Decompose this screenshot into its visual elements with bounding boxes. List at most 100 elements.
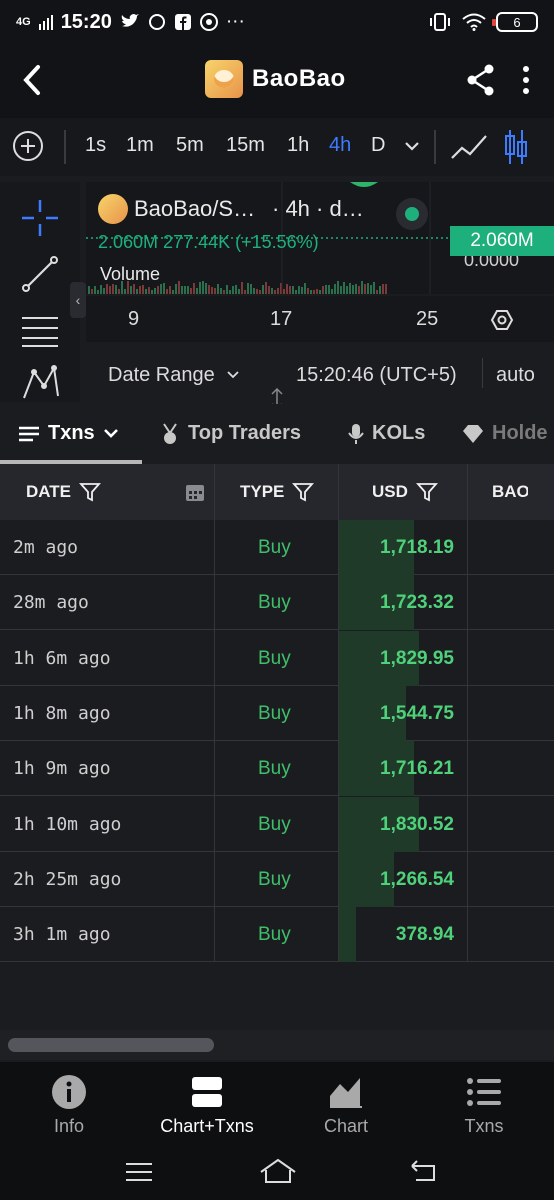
price-chart[interactable]: BaoBao/S… · 4h · d… 2.060M 277.44K (+15.…	[86, 182, 554, 294]
type-cell: Buy	[258, 868, 291, 890]
table-row[interactable]: 2h 25m ago Buy 1,266.54	[0, 851, 554, 907]
chart-settings-icon[interactable]	[490, 308, 514, 332]
scale-mode-button[interactable]: auto	[496, 364, 535, 387]
nav-chart[interactable]: Chart	[277, 1074, 415, 1137]
drawing-tools	[0, 182, 80, 402]
timeframe-d[interactable]: D	[371, 134, 385, 157]
scroll-thumb[interactable]	[8, 1038, 214, 1052]
divider	[64, 130, 66, 164]
timeframe-1h[interactable]: 1h	[287, 134, 309, 157]
info-icon	[52, 1075, 86, 1109]
table-row[interactable]: 1h 6m ago Buy 1,829.95	[0, 630, 554, 686]
medal-icon	[163, 422, 177, 444]
column-header-date[interactable]: DATE	[26, 464, 101, 520]
list-icon	[467, 1078, 501, 1106]
signal-icon	[38, 15, 53, 30]
recents-icon[interactable]	[124, 1160, 154, 1184]
table-row[interactable]: 1h 8m ago Buy 1,544.75	[0, 685, 554, 741]
usd-cell: 1,544.75	[380, 702, 454, 724]
type-cell: Buy	[258, 758, 291, 780]
fib-lines-icon[interactable]	[20, 310, 60, 350]
table-row[interactable]: 3h 1m ago Buy 378.94	[0, 907, 554, 963]
share-icon	[467, 64, 494, 96]
facebook-icon	[174, 14, 191, 30]
pattern-tool-icon[interactable]	[20, 362, 60, 402]
table-row[interactable]: 28m ago Buy 1,723.32	[0, 575, 554, 631]
usd-volume-bar	[339, 907, 356, 963]
tab-kols[interactable]: KOLs	[348, 422, 425, 445]
column-header-usd[interactable]: USD	[372, 464, 438, 520]
bottom-navigation: Info Chart+Txns Chart Txns	[0, 1062, 554, 1152]
filter-icon[interactable]	[415, 481, 438, 503]
timeframe-15m[interactable]: 15m	[226, 134, 265, 157]
date-cell: 3h 1m ago	[13, 924, 111, 946]
timeframe-toolbar: 1s 1m 5m 15m 1h 4h D	[0, 118, 554, 176]
table-row[interactable]: 1h 10m ago Buy 1,830.52	[0, 796, 554, 852]
type-cell: Buy	[258, 647, 291, 669]
date-cell: 2m ago	[13, 537, 79, 558]
battery-indicator: 6	[492, 12, 538, 32]
column-header-bao[interactable]: BAO	[492, 464, 528, 520]
tab-bar: Txns Top Traders KOLs Holde	[0, 404, 554, 464]
timeframe-5m[interactable]: 5m	[176, 134, 204, 157]
share-button[interactable]	[466, 64, 496, 101]
column-header-type[interactable]: TYPE	[240, 464, 315, 520]
token-logo	[205, 60, 243, 98]
x-axis: 9 17 25	[86, 296, 554, 342]
chevron-down-icon	[103, 428, 118, 438]
date-cell: 2h 25m ago	[13, 868, 122, 890]
horizontal-scrollbar[interactable]	[0, 1030, 554, 1060]
table-row[interactable]: 1h 9m ago Buy 1,716.21	[0, 741, 554, 797]
date-cell: 1h 6m ago	[13, 647, 111, 669]
page-title: BaoBao	[252, 65, 346, 92]
nav-info[interactable]: Info	[0, 1074, 138, 1137]
chevron-down-icon[interactable]	[404, 140, 420, 152]
back-button[interactable]	[18, 62, 48, 98]
type-cell: Buy	[258, 813, 291, 835]
usd-cell: 1,723.32	[380, 592, 454, 614]
back-arrow-icon	[23, 65, 40, 95]
kebab-icon	[523, 66, 529, 94]
more-options-button[interactable]	[522, 66, 530, 99]
filter-icon[interactable]	[79, 481, 101, 503]
price-tag: 2.060M	[450, 226, 554, 256]
tab-holders[interactable]: Holde	[462, 422, 548, 445]
nav-chart-txns[interactable]: Chart+Txns	[138, 1074, 276, 1137]
whatsapp-icon	[148, 14, 165, 30]
volume-values: 2.060M 277.44K (+15.56%)	[98, 232, 319, 252]
x-tick: 25	[416, 308, 439, 330]
type-cell: Buy	[258, 924, 291, 946]
usd-cell: 1,718.19	[380, 537, 454, 558]
table-header: DATE TYPE USD BAO	[0, 464, 554, 520]
tab-top-traders[interactable]: Top Traders	[160, 422, 301, 445]
filter-icon[interactable]	[292, 481, 315, 503]
crosshair-icon[interactable]	[20, 198, 60, 238]
home-icon[interactable]	[258, 1156, 298, 1186]
candlestick-icon[interactable]	[502, 128, 530, 166]
type-cell: Buy	[258, 592, 291, 614]
trend-line-icon[interactable]	[20, 254, 60, 294]
line-chart-icon[interactable]	[450, 132, 488, 162]
add-indicator-button[interactable]	[13, 131, 43, 161]
chart-interval: · 4h · d…	[272, 196, 364, 221]
nav-txns[interactable]: Txns	[415, 1074, 553, 1137]
list-icon	[19, 426, 39, 441]
back-nav-icon[interactable]	[408, 1158, 438, 1184]
timeframe-1m[interactable]: 1m	[126, 134, 154, 157]
x-tick: 9	[128, 308, 140, 330]
collapse-tools-button[interactable]: ‹	[70, 282, 86, 318]
tab-txns[interactable]: Txns	[18, 422, 119, 445]
vibrate-icon	[430, 13, 450, 31]
x-tick: 17	[270, 308, 293, 330]
table-row[interactable]: 2m ago Buy 1,718.19	[0, 520, 554, 575]
date-cell: 1h 10m ago	[13, 813, 122, 835]
clock: 15:20	[60, 10, 112, 33]
usd-cell: 1,716.21	[380, 758, 454, 780]
calendar-icon[interactable]	[184, 481, 206, 503]
timeframe-1s[interactable]: 1s	[85, 134, 106, 157]
symbol-logo	[98, 194, 128, 224]
date-range-button[interactable]: Date Range	[108, 364, 215, 387]
system-navigation	[0, 1152, 554, 1200]
chart-marker	[350, 182, 378, 187]
timeframe-4h[interactable]: 4h	[329, 134, 351, 157]
